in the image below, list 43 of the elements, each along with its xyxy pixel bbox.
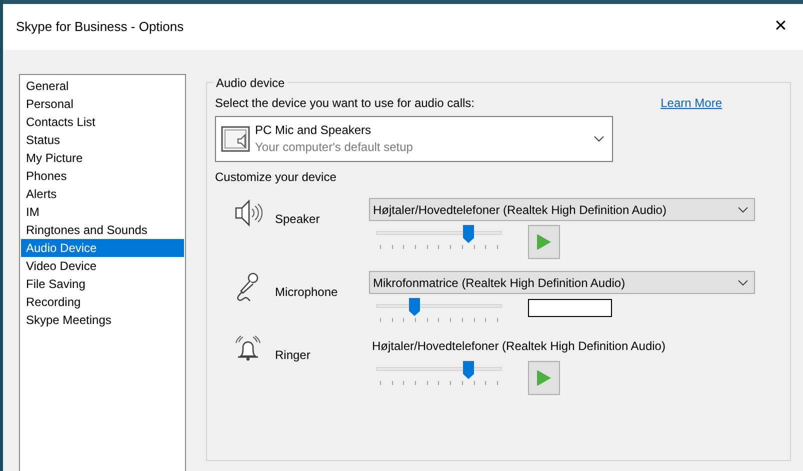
prompt-text: Select the device you want to use for audio calls: [215,95,474,112]
speaker-device-icon [221,125,251,153]
sidebar-item[interactable]: My Picture [21,149,184,167]
play-button[interactable] [528,361,560,395]
volume-slider[interactable] [376,225,502,249]
sidebar-item[interactable]: Alerts [21,185,184,203]
sidebar-item[interactable]: Audio Device [21,239,184,257]
slider-thumb[interactable] [462,361,474,379]
close-button[interactable]: ✕ [770,15,791,39]
sidebar-item[interactable]: General [21,77,184,95]
sidebar-item[interactable]: Personal [21,95,184,113]
sidebar-item[interactable]: Phones [21,167,184,185]
device-description: Your computer's default setup [255,139,414,156]
device-label: Speaker [275,211,321,228]
sidebar-item[interactable]: Recording [21,293,184,311]
device-label: Ringer [275,347,312,364]
play-button[interactable] [528,225,560,259]
section-label: Customize your device [215,169,338,186]
device-name: Højtaler/Hovedtelefoner (Realtek High Definition Audio) [371,338,666,354]
device-select[interactable]: Mikrofonmatrice (Realtek High Definition Audio) [369,271,755,294]
play-icon [537,370,551,386]
sidebar-item[interactable]: Video Device [21,257,184,275]
device-label: Microphone [275,284,339,301]
device-dropdown[interactable]: PC Mic and Speakers Your computer's default setup [215,116,613,162]
sidebar-item[interactable]: Contacts List [21,113,184,131]
window-title: Skype for Business - Options [16,18,184,36]
chevron-icon [594,136,604,142]
speaker-icon [233,198,263,228]
volume-slider[interactable] [376,298,502,322]
sidebar-item[interactable]: IM [21,203,184,221]
slider-thumb[interactable] [462,225,474,243]
sidebar-item[interactable]: File Saving [21,275,184,293]
slider-thumb[interactable] [408,298,420,316]
play-icon [537,234,551,250]
sidebar-item[interactable]: Skype Meetings [21,311,184,329]
sidebar-item[interactable]: Ringtones and Sounds [21,221,184,239]
chevron-icon [738,280,748,286]
chevron-icon [738,206,748,212]
learn-more-link[interactable]: Learn More [660,94,722,112]
volume-slider[interactable] [376,361,502,385]
device-name: PC Mic and Speakers [255,122,372,139]
sidebar-item[interactable]: Status [21,131,184,149]
device-select[interactable]: Højtaler/Hovedtelefoner (Realtek High Definition Audio) [369,198,755,221]
